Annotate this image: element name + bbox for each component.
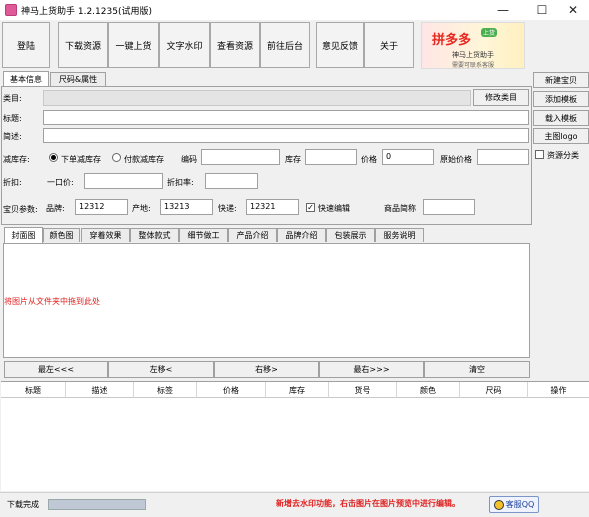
- discount-label: 折扣:: [3, 178, 22, 187]
- table-header: 标题 描述 标签 价格 库存 货号 颜色 尺码 操作: [1, 382, 589, 398]
- image-tab-service[interactable]: 服务说明: [375, 228, 424, 242]
- quick-edit-label: 快速编辑: [318, 204, 350, 213]
- resource-category-label: 资源分类: [547, 151, 579, 160]
- params-label: 宝贝参数:: [3, 205, 38, 214]
- column-header-size[interactable]: 尺码: [460, 382, 528, 398]
- app-icon: [5, 4, 17, 16]
- image-tab-color[interactable]: 颜色图: [43, 228, 80, 242]
- stock-on-order-label: 下单减库存: [61, 155, 101, 164]
- column-header-title[interactable]: 标题: [1, 382, 66, 398]
- quick-edit-checkbox[interactable]: ✓: [306, 203, 315, 212]
- download-progress-bar: [48, 499, 146, 510]
- load-template-button[interactable]: 载入模板: [533, 110, 589, 126]
- price-input[interactable]: 0: [382, 149, 434, 165]
- title-label: 标题:: [3, 114, 22, 123]
- brand-input[interactable]: 12312: [75, 199, 128, 215]
- image-tab-packaging[interactable]: 包装展示: [326, 228, 375, 242]
- fixed-price-label: 一口价:: [47, 178, 74, 187]
- download-resources-button[interactable]: 下载资源: [58, 22, 108, 68]
- stock-on-payment-label: 付款减库存: [124, 155, 164, 164]
- column-header-item-no[interactable]: 货号: [329, 382, 397, 398]
- title-input[interactable]: [43, 110, 529, 125]
- short-name-input[interactable]: [423, 199, 475, 215]
- move-leftmost-button[interactable]: 最左<<<: [4, 361, 108, 378]
- column-header-description[interactable]: 描述: [66, 382, 134, 398]
- original-price-label: 原始价格: [440, 155, 472, 164]
- add-template-button[interactable]: 添加模板: [533, 91, 589, 107]
- category-label: 类目:: [3, 94, 22, 103]
- image-tab-detail[interactable]: 细节做工: [179, 228, 228, 242]
- express-label: 快递:: [218, 204, 237, 213]
- stock-label: 库存: [285, 155, 301, 164]
- login-button[interactable]: 登陆: [2, 22, 50, 68]
- code-input[interactable]: [201, 149, 280, 165]
- origin-input[interactable]: 13213: [160, 199, 213, 215]
- one-click-upload-button[interactable]: 一键上货: [108, 22, 159, 68]
- stock-input[interactable]: [305, 149, 357, 165]
- main-logo-button[interactable]: 主图logo: [533, 128, 589, 144]
- feature-tip-text: 新增去水印功能，右击图片在图片预览中进行编辑。: [276, 499, 460, 508]
- move-rightmost-button[interactable]: 最右>>>: [319, 361, 424, 378]
- summary-input[interactable]: [43, 128, 529, 143]
- image-tab-brand-intro[interactable]: 品牌介绍: [277, 228, 326, 242]
- title-bar: 神马上货助手 1.2.1235(试用版) — ☐ ✕: [0, 0, 589, 20]
- stock-mode-label: 减库存:: [3, 155, 30, 164]
- price-label: 价格: [361, 155, 377, 164]
- column-header-tags[interactable]: 标签: [134, 382, 197, 398]
- column-header-color[interactable]: 颜色: [397, 382, 460, 398]
- feedback-button[interactable]: 意见反馈: [316, 22, 364, 68]
- image-tab-style[interactable]: 整体款式: [130, 228, 179, 242]
- stock-on-payment-radio[interactable]: [112, 153, 121, 162]
- drop-hint-text: 将图片从文件夹中拖到此处: [4, 297, 100, 306]
- status-text: 下载完成: [7, 500, 39, 509]
- column-header-stock[interactable]: 库存: [266, 382, 329, 398]
- maximize-button[interactable]: ☐: [527, 0, 557, 20]
- close-button[interactable]: ✕: [558, 0, 588, 20]
- ad-brand-text: 拼多多: [432, 33, 472, 48]
- origin-label: 产地:: [132, 204, 151, 213]
- brand-label: 品牌:: [46, 204, 65, 213]
- image-drop-area[interactable]: 将图片从文件夹中拖到此处: [3, 243, 530, 358]
- tab-basic-info[interactable]: 基本信息: [3, 71, 49, 87]
- about-button[interactable]: 关于: [364, 22, 414, 68]
- category-field: [43, 90, 471, 106]
- qq-button-label: 客服QQ: [505, 500, 535, 509]
- move-right-button[interactable]: 右移>: [214, 361, 319, 378]
- view-resources-button[interactable]: 查看资源: [210, 22, 260, 68]
- clear-button[interactable]: 清空: [424, 361, 530, 378]
- pinduoduo-ad-banner[interactable]: 拼多多 上货 神马上货助手 需要可联系客服: [421, 22, 525, 69]
- image-tab-cover[interactable]: 封面图: [4, 227, 43, 243]
- discount-rate-label: 折扣率:: [167, 178, 194, 187]
- resource-category-checkbox[interactable]: [535, 150, 544, 159]
- progress-fill: [49, 500, 145, 509]
- fixed-price-input[interactable]: [84, 173, 163, 189]
- window-title: 神马上货助手 1.2.1235(试用版): [21, 7, 152, 17]
- status-bar: 下载完成 新增去水印功能，右击图片在图片预览中进行编辑。 客服QQ: [0, 492, 589, 517]
- go-backend-button[interactable]: 前往后台: [260, 22, 310, 68]
- new-item-button[interactable]: 新建宝贝: [533, 72, 589, 88]
- qq-icon: [493, 499, 504, 510]
- image-tab-wearing[interactable]: 穿着效果: [81, 228, 130, 242]
- change-category-button[interactable]: 修改类目: [473, 89, 529, 106]
- code-label: 编码: [181, 155, 197, 164]
- discount-rate-input[interactable]: [205, 173, 258, 189]
- column-header-price[interactable]: 价格: [197, 382, 266, 398]
- summary-label: 简述:: [3, 132, 22, 141]
- ad-line2: 需要可联系客服: [452, 62, 495, 69]
- tab-size-attributes[interactable]: 尺码&属性: [50, 72, 106, 86]
- minimize-button[interactable]: —: [488, 0, 518, 20]
- stock-on-order-radio[interactable]: [49, 153, 58, 162]
- ad-badge: 上货: [481, 28, 498, 37]
- image-tab-product-intro[interactable]: 产品介绍: [228, 228, 277, 242]
- move-left-button[interactable]: 左移<: [108, 361, 214, 378]
- customer-service-qq-button[interactable]: 客服QQ: [489, 496, 539, 513]
- express-input[interactable]: 12321: [246, 199, 299, 215]
- original-price-input[interactable]: [477, 149, 529, 165]
- column-header-actions[interactable]: 操作: [528, 382, 589, 398]
- ad-line1: 神马上货助手: [452, 51, 494, 59]
- text-watermark-button[interactable]: 文字水印: [159, 22, 210, 68]
- items-table[interactable]: 标题 描述 标签 价格 库存 货号 颜色 尺码 操作: [1, 381, 589, 491]
- short-name-label: 商品简称: [384, 204, 416, 213]
